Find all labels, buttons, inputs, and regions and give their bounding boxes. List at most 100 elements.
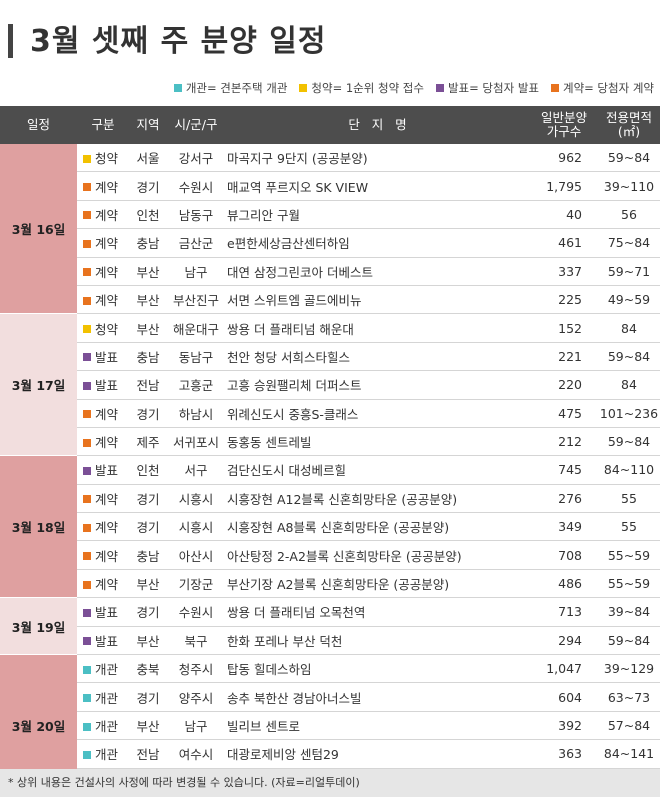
region-cell: 인천 — [129, 200, 167, 230]
type-label: 계약 — [95, 179, 119, 195]
area-cell: 59~84 — [598, 144, 660, 173]
units-cell: 276 — [530, 484, 598, 514]
units-cell: 152 — [530, 313, 598, 343]
type-swatch-icon — [83, 183, 91, 192]
header-name: 단 지 명 — [225, 106, 530, 144]
units-cell: 475 — [530, 399, 598, 428]
name-cell: 송추 북한산 경남아너스빌 — [225, 682, 530, 712]
type-label: 계약 — [95, 548, 119, 564]
units-cell: 294 — [530, 626, 598, 656]
name-cell: 천안 청당 서희스타힐스 — [225, 342, 530, 372]
area-cell: 59~71 — [598, 257, 660, 286]
city-cell: 금산군 — [167, 228, 225, 258]
area-cell: 39~110 — [598, 171, 660, 201]
region-cell: 충북 — [129, 654, 167, 684]
date-cell: 3월 18일 — [0, 455, 77, 599]
units-cell: 363 — [530, 739, 598, 769]
type-label: 계약 — [95, 491, 119, 507]
type-cell: 계약 — [77, 285, 129, 315]
city-cell: 아산시 — [167, 540, 225, 570]
table-row: 개관 경기 양주시 송추 북한산 경남아너스빌 604 63~73 — [0, 682, 660, 712]
area-cell: 57~84 — [598, 711, 660, 741]
schedule-table: 일정 구분 지역 시/군/구 단 지 명 일반분양 가구수 전용면적 (㎡) 3월 … — [0, 106, 660, 797]
name-cell: e편한세상금산센터하임 — [225, 228, 530, 258]
name-cell: 쌍용 더 플래티넘 해운대 — [225, 313, 530, 343]
region-cell: 경기 — [129, 597, 167, 627]
city-cell: 남동구 — [167, 200, 225, 230]
units-cell: 962 — [530, 144, 598, 173]
table-row: 계약 부산 남구 대연 삼정그린코아 더베스트 337 59~71 — [0, 257, 660, 286]
footer-note: * 상위 내용은 건설사의 사정에 따라 변경될 수 있습니다. (자료=리얼투… — [0, 769, 660, 797]
region-cell: 경기 — [129, 399, 167, 428]
table-row: 계약 경기 시흥시 시흥장현 A8블록 신혼희망타운 (공공분양) 349 55 — [0, 512, 660, 542]
name-cell: 대광로제비앙 센텀29 — [225, 739, 530, 769]
type-swatch-icon — [83, 268, 91, 277]
type-swatch-icon — [83, 750, 91, 759]
table-row: 계약 경기 시흥시 시흥장현 A12블록 신혼희망타운 (공공분양) 276 55 — [0, 484, 660, 514]
area-cell: 56 — [598, 200, 660, 230]
table-row: 계약 제주 서귀포시 동홍동 센트레빌 212 59~84 — [0, 427, 660, 457]
city-cell: 서귀포시 — [167, 427, 225, 457]
name-cell: 탑동 힐데스하임 — [225, 654, 530, 684]
region-cell: 부산 — [129, 313, 167, 343]
city-cell: 시흥시 — [167, 512, 225, 542]
name-cell: 매교역 푸르지오 SK VIEW — [225, 171, 530, 201]
legend: 개관= 견본주택 개관 청약= 1순위 청약 접수 발표= 당첨자 발표 계약= 당첨… — [173, 78, 654, 98]
title-bar: 3월 셋째 주 분양 일정 — [0, 0, 660, 72]
units-cell: 392 — [530, 711, 598, 741]
table-row: 3월 19일 발표 경기 수원시 쌍용 더 플래티넘 오목천역 713 39~84 — [0, 597, 660, 656]
name-cell: 위례신도시 중흥S-클래스 — [225, 399, 530, 428]
area-cell: 84~110 — [598, 455, 660, 485]
type-cell: 계약 — [77, 512, 129, 542]
type-swatch-icon — [83, 608, 91, 617]
table-row: 개관 부산 남구 빌리브 센트로 392 57~84 — [0, 711, 660, 741]
type-swatch-icon — [83, 438, 91, 447]
legend-swatch-icon — [550, 84, 559, 92]
type-label: 발표 — [95, 463, 119, 479]
table-header-row: 일정 구분 지역 시/군/구 단 지 명 일반분양 가구수 전용면적 (㎡) — [0, 106, 660, 144]
city-cell: 고흥군 — [167, 370, 225, 400]
city-cell: 남구 — [167, 257, 225, 286]
type-label: 청약 — [95, 151, 119, 167]
type-swatch-icon — [83, 410, 91, 419]
type-label: 발표 — [95, 378, 119, 394]
type-label: 개관 — [95, 690, 119, 706]
name-cell: 검단신도시 대성베르힐 — [225, 455, 530, 485]
type-cell: 발표 — [77, 626, 129, 656]
name-cell: 부산기장 A2블록 신혼희망타운 (공공분양) — [225, 569, 530, 599]
city-cell: 청주시 — [167, 654, 225, 684]
legend-item: 개관= 견본주택 개관 — [173, 80, 287, 96]
city-cell: 수원시 — [167, 171, 225, 201]
header-region: 지역 — [129, 106, 167, 144]
type-cell: 청약 — [77, 313, 129, 343]
region-cell: 부산 — [129, 569, 167, 599]
area-cell: 84 — [598, 313, 660, 343]
type-cell: 발표 — [77, 342, 129, 372]
area-cell: 84~141 — [598, 739, 660, 769]
type-swatch-icon — [83, 722, 91, 731]
table-row: 3월 17일 청약 부산 해운대구 쌍용 더 플래티넘 해운대 152 84 — [0, 313, 660, 457]
type-label: 개관 — [95, 719, 119, 734]
type-label: 계약 — [95, 435, 119, 451]
name-cell: 아산탕정 2-A2블록 신혼희망타운 (공공분양) — [225, 540, 530, 570]
legend-item: 계약= 당첨자 계약 — [550, 80, 654, 96]
units-cell: 212 — [530, 427, 598, 457]
units-cell: 220 — [530, 370, 598, 400]
type-label: 계약 — [95, 293, 119, 309]
name-cell: 빌리브 센트로 — [225, 711, 530, 741]
city-cell: 수원시 — [167, 597, 225, 627]
type-cell: 계약 — [77, 484, 129, 514]
table-row: 3월 18일 발표 인천 서구 검단신도시 대성베르힐 745 84~110 — [0, 455, 660, 599]
city-cell: 해운대구 — [167, 313, 225, 343]
region-cell: 부산 — [129, 257, 167, 286]
header-area: 전용면적 (㎡) — [598, 106, 660, 144]
region-cell: 경기 — [129, 682, 167, 712]
region-cell: 충남 — [129, 540, 167, 570]
header-type: 구분 — [77, 106, 129, 144]
table-row: 계약 경기 수원시 매교역 푸르지오 SK VIEW 1,795 39~110 — [0, 171, 660, 201]
header-date: 일정 — [0, 106, 77, 144]
units-cell: 225 — [530, 285, 598, 315]
table-row: 발표 충남 동남구 천안 청당 서희스타힐스 221 59~84 — [0, 342, 660, 372]
type-swatch-icon — [83, 665, 91, 674]
name-cell: 시흥장현 A12블록 신혼희망타운 (공공분양) — [225, 484, 530, 514]
